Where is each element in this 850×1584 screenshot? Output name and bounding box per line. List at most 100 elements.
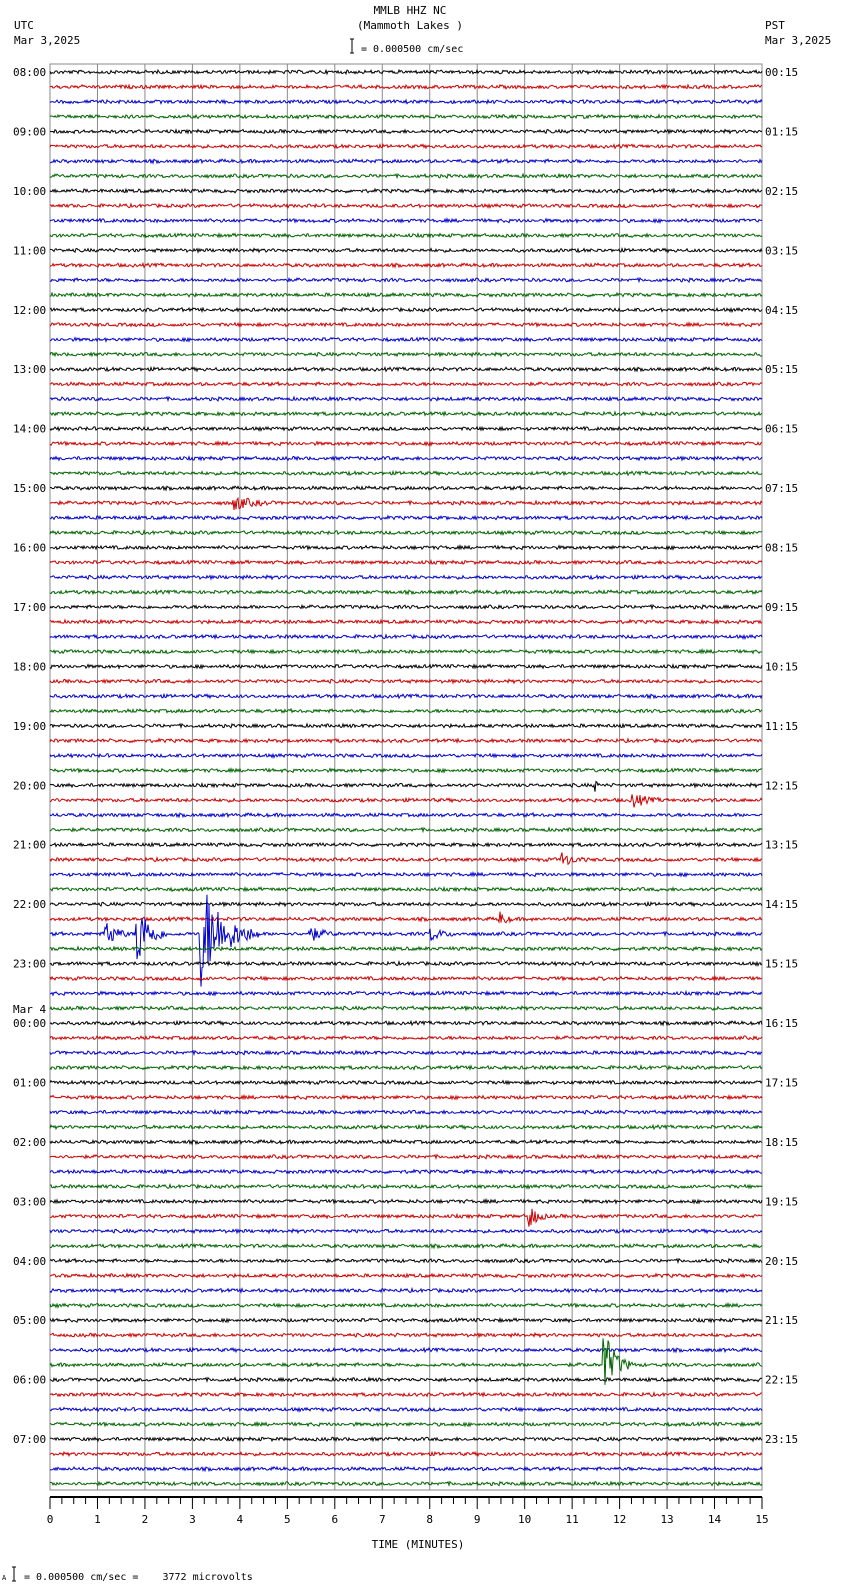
pst-hour-label: 17:15 [765,1076,798,1089]
pst-hour-label: 19:15 [765,1195,798,1208]
trace-line [49,1034,763,1041]
trace-line [49,1153,763,1161]
trace-line [49,217,763,224]
trace-line [49,1391,762,1398]
utc-hour-label: 17:00 [13,601,46,614]
x-tick-label: 5 [284,1513,291,1526]
trace-line [49,529,763,536]
pst-hour-label: 00:15 [765,66,798,79]
trace-line [49,811,763,819]
trace-line [49,780,763,792]
pst-hour-label: 13:15 [765,839,798,852]
trace-line [49,1406,763,1413]
chart-title: MMLB HHZ NC [374,4,447,17]
trace-line [49,1331,763,1339]
trace-line [49,692,763,700]
utc-hour-label: 02:00 [13,1136,46,1149]
trace-line [49,187,763,195]
utc-hour-label: 08:00 [13,66,46,79]
trace-line [49,648,763,655]
pst-hour-label: 23:15 [765,1433,798,1446]
trace-line [49,894,763,987]
trace-line [49,1376,763,1383]
trace-line [49,1182,763,1190]
x-tick-label: 11 [566,1513,579,1526]
trace-line [49,469,763,477]
pst-hour-label: 12:15 [765,779,798,792]
trace-line [49,1257,763,1265]
x-tick-label: 6 [331,1513,338,1526]
pst-hour-label: 09:15 [765,601,798,614]
right-timezone: PST [765,19,785,32]
pst-hour-label: 16:15 [765,1017,798,1030]
trace-line [49,496,763,510]
x-tick-label: 10 [518,1513,531,1526]
utc-hour-label: 20:00 [13,779,46,792]
right-date: Mar 3,2025 [765,34,831,47]
trace-line [49,261,763,269]
trace-line [49,911,763,924]
x-tick-label: 7 [379,1513,386,1526]
trace-line [49,514,763,522]
trace-line [49,83,763,90]
trace-line [49,1450,763,1458]
x-axis: 0 1 2 3 4 5 6 7 8 9 10 11 12 13 14 15 [47,1496,769,1526]
trace-line [49,618,763,625]
footer-mark: A [2,1574,7,1582]
x-tick-label: 4 [237,1513,244,1526]
trace-line [49,336,763,343]
trace-line [49,989,763,997]
trace-line [49,794,763,808]
pst-hour-label: 05:15 [765,363,798,376]
trace-line [49,633,763,640]
trace-line [49,945,763,952]
trace-line [49,885,763,893]
trace-line [49,1301,763,1309]
pst-hour-label: 21:15 [765,1314,798,1327]
trace-line [49,1465,763,1473]
trace-line [49,1227,763,1235]
utc-hour-label: 21:00 [13,839,46,852]
trace-line [49,202,763,209]
utc-hour-label: 16:00 [13,542,46,555]
trace-line [49,544,763,551]
utc-hour-label: 18:00 [13,660,46,673]
left-date: Mar 3,2025 [14,34,80,47]
trace-line [49,395,763,403]
pst-hour-label: 07:15 [765,482,798,495]
utc-hour-label: 23:00 [13,958,46,971]
trace-line [49,306,763,314]
trace-line [49,68,763,76]
trace-line [49,380,763,388]
trace-line [49,752,763,759]
helicorder-chart: MMLB HHZ NC (Mammoth Lakes ) UTC Mar 3,2… [2,4,831,1583]
trace-line [49,573,763,581]
pst-hour-label: 22:15 [765,1374,798,1387]
pst-hour-label: 04:15 [765,304,798,317]
trace-line [50,158,763,165]
trace-line [49,143,763,150]
x-tick-label: 15 [755,1513,768,1526]
trace-line [49,1316,763,1324]
x-tick-label: 13 [660,1513,673,1526]
chart-subtitle: (Mammoth Lakes ) [357,19,463,32]
trace-line [49,737,763,744]
trace-line [49,1063,763,1071]
utc-hour-label: 06:00 [13,1374,46,1387]
trace-line [49,1420,763,1428]
utc-hour-label: 01:00 [13,1076,46,1089]
left-timezone: UTC [14,19,34,32]
trace-line [49,484,763,492]
utc-hour-label: 00:00 [13,1017,46,1030]
trace-line [49,663,763,670]
trace-line [49,1138,763,1146]
pst-hour-label: 14:15 [765,898,798,911]
trace-line [49,1123,763,1131]
utc-hour-label: 14:00 [13,423,46,436]
x-axis-label: TIME (MINUTES) [372,1538,465,1551]
trace-line [49,766,763,774]
traces [49,68,763,1487]
utc-hour-label: 04:00 [13,1255,46,1268]
pst-hour-label: 18:15 [765,1136,798,1149]
trace-line [49,247,763,254]
